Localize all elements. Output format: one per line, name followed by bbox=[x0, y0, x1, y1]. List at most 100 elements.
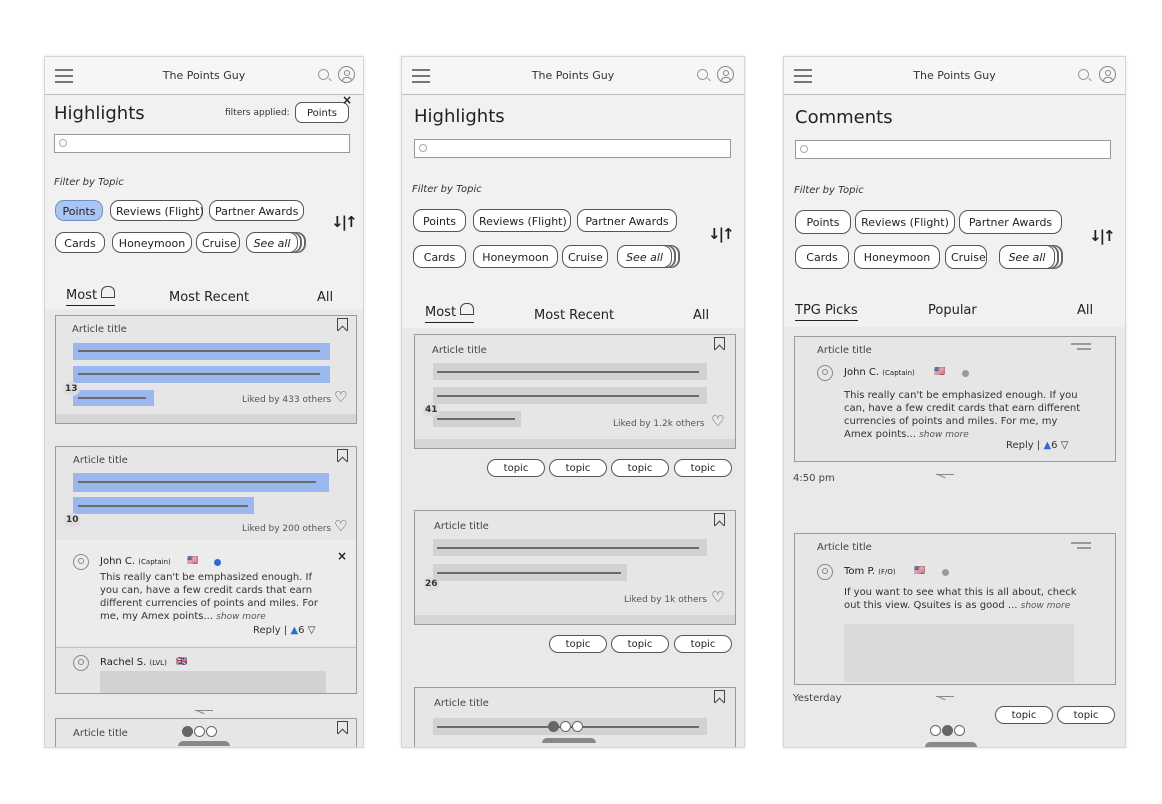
chip-honeymoon[interactable]: Honeymoon bbox=[473, 245, 558, 268]
bookmark-icon[interactable] bbox=[714, 337, 725, 350]
more-options-icon[interactable] bbox=[1071, 343, 1091, 353]
article-card[interactable]: Article title bbox=[414, 687, 736, 747]
bookmark-icon[interactable] bbox=[337, 721, 348, 734]
search-input[interactable] bbox=[795, 140, 1111, 159]
heart-icon[interactable]: ♡ bbox=[711, 414, 724, 429]
user-icon[interactable] bbox=[338, 66, 355, 83]
chip-see-all[interactable]: See all bbox=[246, 232, 298, 253]
topic-chip[interactable]: topic bbox=[549, 635, 607, 653]
chip-see-all[interactable]: See all bbox=[617, 245, 672, 268]
user-icon[interactable] bbox=[1099, 66, 1116, 83]
applied-filter-chip[interactable]: Points bbox=[295, 102, 349, 123]
avatar bbox=[73, 655, 89, 671]
search-input[interactable] bbox=[54, 134, 350, 153]
tab-tpg-picks[interactable]: TPG Picks bbox=[795, 303, 858, 321]
tab-all[interactable]: All bbox=[317, 290, 333, 305]
article-card[interactable]: Article title 26 Liked by 1k others ♡ bbox=[414, 510, 736, 625]
chip-reviews-flight[interactable]: Reviews (Flight) bbox=[855, 210, 955, 234]
chip-see-all[interactable]: See all bbox=[999, 245, 1055, 269]
chip-cards[interactable]: Cards bbox=[413, 245, 466, 268]
comment-card[interactable]: Article title John C. (Captain) 🇺🇸 This … bbox=[794, 336, 1116, 462]
reply-button[interactable]: Reply bbox=[253, 625, 281, 636]
image-placeholder[interactable] bbox=[844, 624, 1074, 682]
tab-all[interactable]: All bbox=[1077, 303, 1093, 318]
chip-points[interactable]: Points bbox=[795, 210, 851, 234]
bookmark-icon[interactable] bbox=[714, 513, 725, 526]
chip-points[interactable]: Points bbox=[55, 200, 103, 221]
article-card[interactable]: Article title bbox=[55, 718, 357, 747]
comment-thread: John C. (Captain) 🇺🇸 × This really can't… bbox=[56, 540, 356, 645]
chip-cruise[interactable]: Cruise bbox=[196, 232, 240, 253]
comment-card[interactable]: Article title Tom P. (F/O) 🇺🇸 If you wan… bbox=[794, 533, 1116, 685]
tab-most-recent[interactable]: Most Recent bbox=[534, 308, 614, 323]
commenter-name: Tom P. (F/O) bbox=[844, 566, 896, 577]
chip-reviews-flight[interactable]: Reviews (Flight) bbox=[473, 209, 571, 232]
filter-settings-icon[interactable]: ↓|↑ bbox=[1089, 227, 1116, 245]
article-title: Article title bbox=[72, 324, 127, 335]
topic-chip[interactable]: topic bbox=[674, 635, 732, 653]
topic-chip[interactable]: topic bbox=[487, 459, 545, 477]
downvote-icon[interactable]: ▽ bbox=[1061, 440, 1069, 451]
topic-chip[interactable]: topic bbox=[611, 459, 669, 477]
show-more-link[interactable]: show more bbox=[1021, 601, 1071, 611]
topic-chip[interactable]: topic bbox=[674, 459, 732, 477]
user-icon[interactable] bbox=[717, 66, 734, 83]
comment-text: If you want to see what this is all abou… bbox=[844, 587, 1077, 611]
tab-most[interactable]: Most bbox=[66, 286, 116, 306]
search-icon bbox=[59, 139, 67, 147]
reply-button[interactable]: Reply bbox=[1006, 440, 1034, 451]
article-card[interactable]: Article title 13 Liked by 433 others ♡ bbox=[55, 315, 357, 424]
reply-input[interactable] bbox=[100, 671, 326, 693]
search-input[interactable] bbox=[414, 139, 731, 158]
show-more-link[interactable]: show more bbox=[216, 612, 266, 622]
chip-partner-awards[interactable]: Partner Awards bbox=[209, 200, 304, 221]
show-more-link[interactable]: show more bbox=[919, 430, 969, 440]
bookmark-icon[interactable] bbox=[337, 449, 348, 462]
heart-icon[interactable]: ♡ bbox=[334, 519, 347, 534]
heart-icon[interactable]: ♡ bbox=[334, 390, 347, 405]
chip-cruise[interactable]: Cruise bbox=[562, 245, 608, 268]
article-card[interactable]: Article title 41 Liked by 1.2k others ♡ bbox=[414, 334, 736, 449]
topic-chip[interactable]: topic bbox=[995, 706, 1053, 724]
topic-chip[interactable]: topic bbox=[549, 459, 607, 477]
filters-applied-label: filters applied: bbox=[225, 108, 290, 118]
article-title: Article title bbox=[434, 521, 489, 532]
search-icon[interactable] bbox=[318, 69, 329, 80]
text-line bbox=[437, 418, 515, 420]
heart-icon[interactable]: ♡ bbox=[711, 590, 724, 605]
search-icon[interactable] bbox=[1078, 69, 1089, 80]
chip-cruise[interactable]: Cruise bbox=[945, 245, 987, 269]
chip-honeymoon[interactable]: Honeymoon bbox=[112, 232, 192, 253]
chevron-down-icon[interactable] bbox=[195, 704, 213, 711]
remove-filter-icon[interactable]: × bbox=[342, 93, 352, 107]
filter-settings-icon[interactable]: ↓|↑ bbox=[708, 225, 735, 243]
reply-controls: Reply | ▲6 ▽ bbox=[253, 625, 316, 636]
tab-all[interactable]: All bbox=[693, 308, 709, 323]
tab-most[interactable]: Most bbox=[425, 303, 475, 323]
downvote-icon[interactable]: ▽ bbox=[308, 625, 316, 636]
upvote-icon[interactable]: ▲ bbox=[1043, 440, 1051, 451]
text-line bbox=[437, 547, 699, 549]
chip-cards[interactable]: Cards bbox=[795, 245, 849, 269]
search-icon[interactable] bbox=[697, 69, 708, 80]
topic-chip[interactable]: topic bbox=[1057, 706, 1115, 724]
chip-reviews-flight[interactable]: Reviews (Flight) bbox=[110, 200, 204, 221]
upvote-icon[interactable]: ▲ bbox=[290, 625, 298, 636]
avatar bbox=[817, 365, 833, 381]
topic-chip[interactable]: topic bbox=[611, 635, 669, 653]
chevron-down-icon[interactable] bbox=[936, 690, 954, 697]
chip-honeymoon[interactable]: Honeymoon bbox=[854, 245, 940, 269]
chip-partner-awards[interactable]: Partner Awards bbox=[577, 209, 677, 232]
filter-settings-icon[interactable]: ↓|↑ bbox=[331, 213, 358, 231]
more-options-icon[interactable] bbox=[1071, 542, 1091, 552]
chip-points[interactable]: Points bbox=[413, 209, 466, 232]
chip-partner-awards[interactable]: Partner Awards bbox=[959, 210, 1062, 234]
chip-cards[interactable]: Cards bbox=[55, 232, 105, 253]
article-card[interactable]: Article title 10 Liked by 200 others ♡ J… bbox=[55, 446, 357, 694]
tab-most-recent[interactable]: Most Recent bbox=[169, 290, 249, 305]
chevron-down-icon[interactable] bbox=[936, 468, 954, 475]
tab-popular[interactable]: Popular bbox=[928, 303, 977, 318]
bookmark-icon[interactable] bbox=[714, 690, 725, 703]
bookmark-icon[interactable] bbox=[337, 318, 348, 331]
close-icon[interactable]: × bbox=[337, 549, 347, 563]
